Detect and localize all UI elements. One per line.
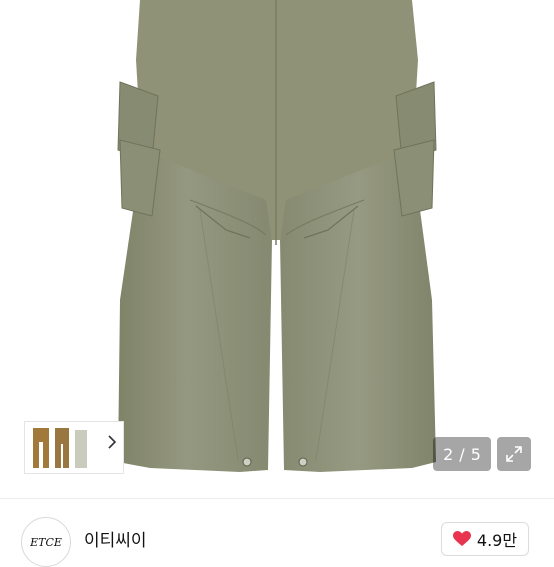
current-page: 2	[443, 444, 454, 464]
thumbnail-strip[interactable]	[24, 421, 124, 474]
heart-icon	[452, 531, 471, 546]
like-button[interactable]: 4.9만	[441, 522, 529, 556]
seller-logo-text: ETCE	[30, 535, 62, 549]
expand-arrows-icon	[506, 446, 522, 462]
expand-image-button[interactable]	[497, 437, 531, 471]
image-page-counter: 2 / 5	[433, 437, 491, 471]
total-pages: 5	[470, 444, 481, 464]
seller-logo[interactable]: ETCE	[21, 517, 71, 567]
like-count: 4.9만	[476, 531, 518, 550]
page-separator: /	[459, 444, 465, 464]
seller-name[interactable]: 이티씨이	[84, 526, 147, 551]
chevron-right-icon[interactable]	[107, 434, 125, 462]
